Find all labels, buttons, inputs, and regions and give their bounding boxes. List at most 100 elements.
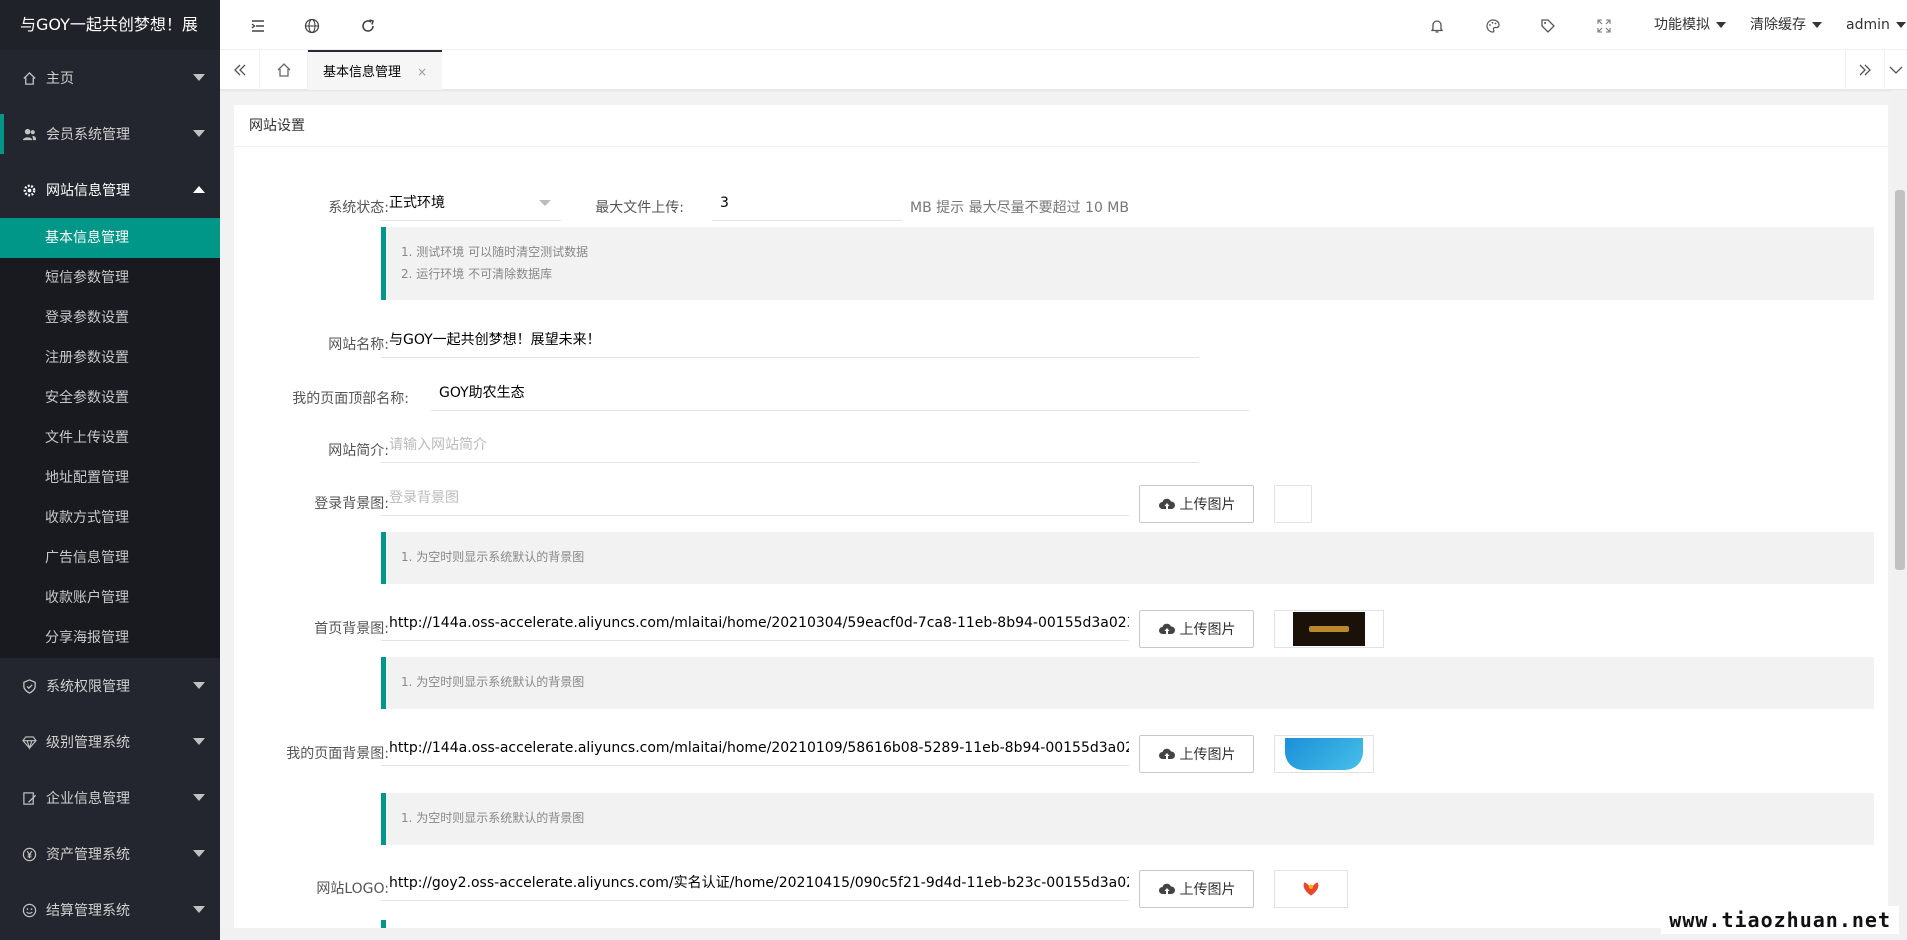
- vertical-scrollbar[interactable]: [1892, 90, 1907, 940]
- system-status-value: 正式环境: [389, 195, 445, 211]
- home-bg-upload-button[interactable]: 上传图片: [1139, 610, 1254, 648]
- login-bg-note: 1. 为空时则显示系统默认的背景图: [381, 532, 1874, 584]
- site-intro-label: 网站简介:: [328, 443, 389, 459]
- edit-icon: [20, 789, 38, 807]
- sub-item-security[interactable]: 安全参数设置: [0, 378, 220, 418]
- my-page-bg-upload-button[interactable]: 上传图片: [1139, 735, 1254, 773]
- palette-icon[interactable]: [1483, 16, 1503, 36]
- chevron-down-icon: [193, 794, 205, 801]
- diamond-icon: [20, 733, 38, 751]
- nav-item-levels[interactable]: 级别管理系统: [0, 714, 220, 770]
- settings-card: 网站设置 系统状态: 正式环境 最大文件上传: 3 MB 提示 最大尽量不要超过…: [234, 105, 1888, 930]
- nav-item-label: 会员系统管理: [46, 127, 130, 143]
- logo-upload-button[interactable]: 上传图片: [1139, 870, 1254, 908]
- home-bg-thumbnail: [1293, 612, 1365, 646]
- bell-icon[interactable]: [1427, 16, 1447, 36]
- nav-item-label: 系统权限管理: [46, 679, 130, 695]
- login-bg-input[interactable]: 登录背景图: [381, 480, 1129, 516]
- cloud-upload-icon: [1158, 748, 1175, 759]
- sub-item-poster[interactable]: 分享海报管理: [0, 618, 220, 658]
- nav-item-enterprise[interactable]: 企业信息管理: [0, 770, 220, 826]
- nav-item-settlement[interactable]: 结算管理系统: [0, 882, 220, 938]
- watermark: www.tiaozhuan.net: [1661, 906, 1899, 934]
- sub-item-payment-account[interactable]: 收款账户管理: [0, 578, 220, 618]
- my-page-bg-note: 1. 为空时则显示系统默认的背景图: [381, 793, 1874, 845]
- horizontal-scrollbar[interactable]: [220, 928, 1907, 940]
- sub-item-address[interactable]: 地址配置管理: [0, 458, 220, 498]
- my-page-top-label: 我的页面顶部名称:: [292, 391, 409, 407]
- globe-icon[interactable]: [302, 16, 322, 36]
- clear-cache-label: 清除缓存: [1750, 17, 1806, 33]
- sub-item-basic-info[interactable]: 基本信息管理: [0, 218, 220, 258]
- shield-icon: [20, 677, 38, 695]
- nav-item-permissions[interactable]: 系统权限管理: [0, 658, 220, 714]
- note-line: 1. 为空时则显示系统默认的背景图: [401, 675, 585, 689]
- tag-icon[interactable]: [1538, 16, 1558, 36]
- clear-cache-menu[interactable]: 清除缓存: [1750, 0, 1822, 50]
- simulate-menu[interactable]: 功能模拟: [1654, 0, 1726, 50]
- cloud-upload-icon: [1158, 623, 1175, 634]
- fullscreen-icon[interactable]: [1594, 16, 1614, 36]
- sub-item-register[interactable]: 注册参数设置: [0, 338, 220, 378]
- status-note: 1. 测试环境 可以随时清空测试数据 2. 运行环境 不可清除数据库: [381, 227, 1874, 300]
- tabs-scroll-right-icon[interactable]: [1845, 50, 1885, 90]
- users-icon: [20, 125, 38, 143]
- logo-input[interactable]: http://goy2.oss-accelerate.aliyuncs.com/…: [381, 865, 1129, 901]
- my-page-top-input[interactable]: GOY助农生态: [431, 375, 1249, 411]
- smile-icon: [20, 901, 38, 919]
- site-name-input[interactable]: 与GOY一起共创梦想！展望未来！: [381, 322, 1199, 358]
- note-line: 1. 为空时则显示系统默认的背景图: [401, 550, 585, 564]
- top-header: 功能模拟 清除缓存 admin: [220, 0, 1907, 50]
- logo-thumbnail: [1303, 882, 1319, 896]
- cloud-upload-icon: [1158, 498, 1175, 509]
- chevron-down-icon: [193, 906, 205, 913]
- chevron-down-icon: [193, 682, 205, 689]
- home-bg-input[interactable]: http://144a.oss-accelerate.aliyuncs.com/…: [381, 605, 1129, 641]
- home-tab-icon[interactable]: [260, 50, 308, 90]
- tabs-dropdown-icon[interactable]: [1885, 50, 1907, 90]
- home-bg-label: 首页背景图:: [314, 621, 389, 637]
- menu-toggle-icon[interactable]: [248, 16, 268, 36]
- close-icon[interactable]: ×: [417, 65, 427, 79]
- login-bg-preview: [1274, 485, 1312, 523]
- caret-down-icon: [1812, 22, 1822, 28]
- sub-item-ads[interactable]: 广告信息管理: [0, 538, 220, 578]
- nav-item-label: 级别管理系统: [46, 735, 130, 751]
- caret-down-icon: [1895, 22, 1906, 28]
- user-name: admin: [1846, 17, 1890, 33]
- cloud-upload-icon: [1158, 883, 1175, 894]
- status-note-line: 2. 运行环境 不可清除数据库: [401, 267, 553, 281]
- system-status-label: 系统状态:: [328, 200, 389, 216]
- tabs-scroll-left-icon[interactable]: [220, 50, 260, 90]
- chevron-up-icon: [193, 186, 205, 193]
- tab-basic-info[interactable]: 基本信息管理 ×: [308, 50, 443, 90]
- nav-item-members[interactable]: 会员系统管理: [0, 106, 220, 162]
- app-logo-title[interactable]: 与GOY一起共创梦想！展: [0, 0, 220, 50]
- caret-down-icon: [1716, 22, 1726, 28]
- max-upload-hint: MB 提示 最大尽量不要超过 10 MB: [910, 200, 1129, 216]
- user-menu[interactable]: admin: [1846, 0, 1906, 50]
- note-line: 1. 为空时则显示系统默认的背景图: [401, 811, 585, 825]
- nav-item-label: 企业信息管理: [46, 791, 130, 807]
- nav-item-site-info[interactable]: 网站信息管理: [0, 162, 220, 218]
- simulate-menu-label: 功能模拟: [1654, 17, 1710, 33]
- my-page-bg-thumbnail: [1285, 738, 1363, 770]
- system-status-select[interactable]: 正式环境: [381, 185, 561, 221]
- max-upload-input[interactable]: 3: [712, 185, 902, 221]
- nav-item-assets[interactable]: 资产管理系统: [0, 826, 220, 882]
- chevron-down-icon: [193, 850, 205, 857]
- nav-item-home[interactable]: 主页: [0, 50, 220, 106]
- sub-item-payment-method[interactable]: 收款方式管理: [0, 498, 220, 538]
- my-page-bg-input[interactable]: http://144a.oss-accelerate.aliyuncs.com/…: [381, 730, 1129, 766]
- sub-item-login[interactable]: 登录参数设置: [0, 298, 220, 338]
- sub-item-upload[interactable]: 文件上传设置: [0, 418, 220, 458]
- site-intro-input[interactable]: 请输入网站简介: [381, 427, 1199, 463]
- sub-item-sms[interactable]: 短信参数管理: [0, 258, 220, 298]
- chevron-down-icon: [539, 200, 551, 206]
- login-bg-upload-button[interactable]: 上传图片: [1139, 485, 1254, 523]
- gear-icon: [20, 181, 38, 199]
- scrollbar-thumb[interactable]: [1895, 190, 1905, 570]
- refresh-icon[interactable]: [358, 16, 378, 36]
- tab-label: 基本信息管理: [323, 65, 402, 80]
- sidebar: 与GOY一起共创梦想！展 主页 会员系统管理 网站信息管理 基本信息管理 短信参…: [0, 0, 220, 940]
